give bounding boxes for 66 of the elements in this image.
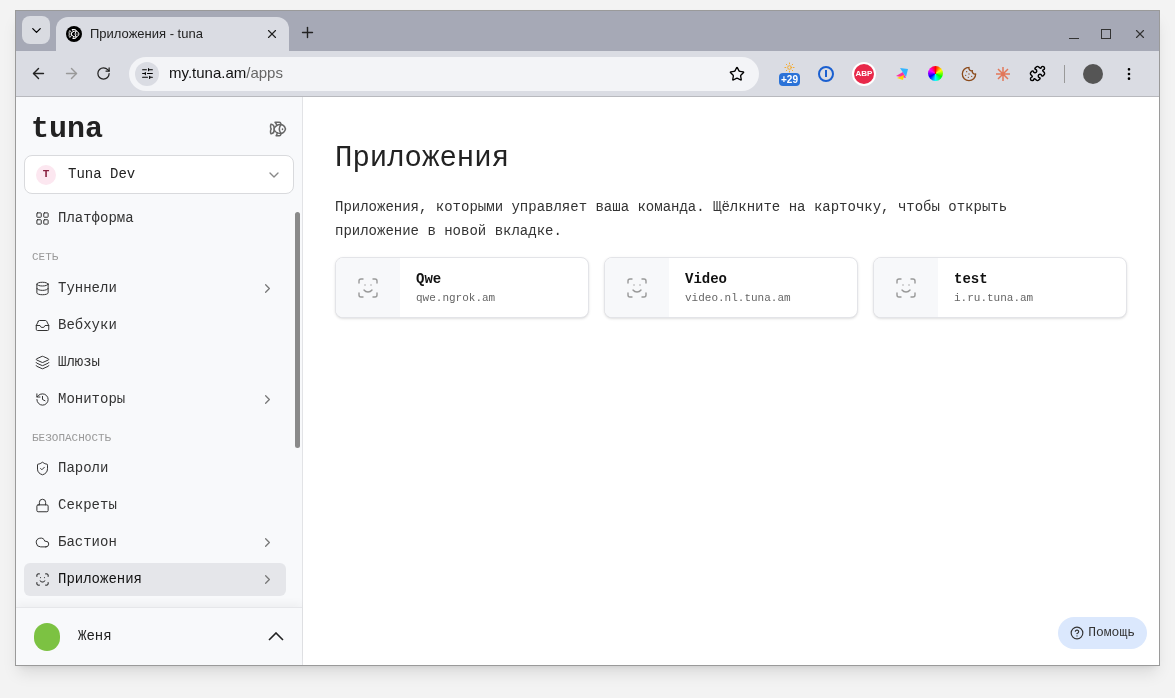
app-name: test (954, 269, 989, 289)
back-icon[interactable] (30, 65, 47, 82)
weather-badge[interactable]: +29 (779, 72, 800, 86)
app-card[interactable]: Video video.nl.tuna.am (604, 257, 858, 318)
star-icon[interactable] (729, 65, 745, 82)
nav-icon (35, 211, 50, 226)
nav-icon (35, 498, 50, 513)
url-host: my.tuna.am (169, 64, 247, 82)
nav-icon (35, 354, 50, 370)
page-title: Приложения (335, 141, 511, 177)
maximize-icon[interactable] (1101, 29, 1111, 39)
cookie-icon[interactable] (960, 65, 977, 82)
nav-icon (35, 391, 50, 407)
user-menu[interactable]: Женя (16, 607, 302, 665)
reload-icon[interactable] (96, 66, 111, 81)
user-avatar (34, 622, 60, 651)
app-host: qwe.ngrok.am (416, 290, 496, 306)
chevron-icon (268, 632, 284, 641)
sidebar-item[interactable]: Вебхуки (24, 308, 286, 342)
section-heading: БЕЗОПАСНОСТЬ (31, 430, 113, 446)
sidebar-item[interactable]: Туннели (24, 271, 286, 305)
extensions-icon[interactable] (1028, 65, 1046, 82)
sidebar-item[interactable]: Пароли (24, 452, 286, 485)
fish-icon (66, 26, 82, 42)
sidebar-item[interactable]: Платформа (24, 202, 286, 235)
password-icon[interactable] (817, 65, 834, 82)
app-icon (894, 275, 918, 300)
app-host: i.ru.tuna.am (954, 290, 1034, 306)
sidebar-item[interactable]: Секреты (24, 489, 286, 522)
adblock-icon[interactable]: ABP (851, 61, 876, 86)
color-wheel-icon[interactable] (927, 66, 943, 81)
app-name: Video (685, 269, 728, 289)
close-icon[interactable] (1133, 27, 1147, 41)
profile-avatar[interactable] (1082, 63, 1103, 84)
app-host: video.nl.tuna.am (685, 290, 791, 306)
sidebar-item[interactable]: Приложения (24, 563, 286, 596)
nav-icon (35, 535, 50, 550)
nav-icon (35, 280, 50, 296)
nav-icon (35, 461, 50, 476)
address-bar[interactable]: my.tuna.am/apps (129, 56, 759, 91)
app-card[interactable]: Qwe qwe.ngrok.am (335, 257, 589, 318)
nav-icon (35, 572, 50, 587)
new-tab-icon[interactable] (299, 24, 316, 41)
sidebar-item[interactable]: Шлюзы (24, 345, 286, 379)
app-icon (625, 275, 649, 300)
logo: tuna (31, 111, 103, 147)
team-avatar: T (36, 164, 56, 185)
starburst-icon[interactable] (994, 65, 1011, 82)
fish-icon[interactable] (269, 120, 287, 138)
sun-icon (784, 61, 795, 73)
site-settings-icon[interactable] (135, 61, 159, 86)
minimize-icon[interactable] (1069, 37, 1079, 39)
app-name: Qwe (416, 269, 443, 289)
url-path: /apps (246, 64, 283, 82)
app-card[interactable]: test i.ru.tuna.am (873, 257, 1127, 318)
close-icon[interactable] (265, 27, 279, 41)
page-description: Приложения, которыми управляет ваша команда. Щёлкните на карточку, чтобы открыть приложение в новой вкладке. (335, 198, 1009, 241)
browser-tab[interactable]: Приложения - tuna (56, 17, 289, 51)
sidebar-item[interactable]: Бастион (24, 526, 286, 559)
help-icon (1070, 626, 1085, 640)
section-heading: СЕТЬ (31, 250, 60, 265)
app-icon (356, 275, 380, 300)
help-button[interactable]: Помощь (1058, 617, 1147, 649)
sidebar-item[interactable]: Мониторы (24, 382, 286, 416)
nav-icon (35, 317, 50, 333)
team-selector[interactable]: T Tuna Dev (24, 155, 294, 194)
